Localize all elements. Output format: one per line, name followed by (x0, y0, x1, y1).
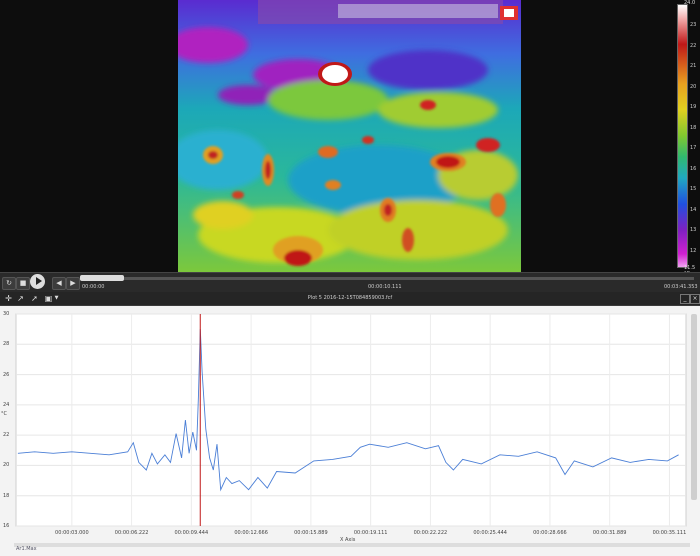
y-tick-label: 22 (3, 432, 10, 439)
x-tick-label: 00:00:31.889 (592, 530, 627, 536)
y-tick-label: 20 (3, 462, 10, 469)
time-start: 00:00:00 (82, 284, 105, 290)
x-tick-label: 00:00:12.666 (234, 530, 268, 536)
scale-tick-label: 16 (690, 165, 697, 172)
scale-tick-label: 14 (690, 206, 697, 213)
scale-tick-label: 12 (690, 247, 697, 254)
temperature-color-scale (677, 4, 688, 268)
y-tick-label: 28 (3, 341, 10, 348)
scale-tick-label: 21 (690, 63, 697, 69)
y-tick-label: 30 (3, 311, 10, 317)
y-tick-label: 16 (3, 523, 10, 529)
time-current: 00:00:10.111 (368, 284, 402, 290)
y-axis-label: °C (1, 411, 7, 417)
scale-tick-label: 22 (690, 42, 697, 49)
scale-tick-label: 23 (690, 22, 697, 28)
play-button[interactable] (30, 274, 45, 289)
x-tick-label: 00:00:15.889 (294, 530, 328, 536)
scale-tick-label: 15 (690, 186, 697, 192)
y-tick-label: 24 (3, 401, 10, 408)
thermal-image (178, 0, 521, 272)
y-tick-label: 18 (3, 492, 10, 499)
plot-area: °C X Axis Ar1.Max 30 28 26 24 22 20 18 16 00:00:… (0, 306, 700, 556)
close-button[interactable]: × (690, 294, 700, 304)
scale-tick-label: 19 (690, 104, 697, 110)
plot-background (15, 313, 687, 527)
playback-controls: ↻ ■ ◀ ▶ 00:00:00 00:00:10.111 00:03:41.3… (0, 272, 700, 293)
video-viewport: 24.0 232221201918171615141312 11.5 °C (0, 0, 700, 277)
scale-max-label: 24.0 (684, 0, 696, 6)
step-forward-button[interactable]: ▶ (66, 277, 80, 290)
x-tick-label: 00:00:28.666 (533, 530, 567, 536)
legend-entry: Ar1.Max (16, 546, 37, 552)
x-tick-label: 00:00:35.111 (652, 530, 687, 536)
x-tick-label: 00:00:09.444 (174, 530, 209, 536)
y-tick-label: 26 (3, 371, 10, 378)
x-tick-label: 00:00:06.222 (114, 530, 149, 536)
timeline-track[interactable] (80, 277, 694, 280)
stop-button[interactable]: ■ (16, 277, 30, 290)
time-end: 00:03:41.353 (664, 284, 698, 290)
step-back-button[interactable]: ◀ (52, 277, 66, 290)
plot-title: Plot 5 2016-12-15T084859003.fcf (307, 295, 393, 301)
plot-toolbar: ✛ ↗ ➚ ▣ ▼ Plot 5 2016-12-15T084859003.fc… (0, 292, 700, 306)
vertical-scrollbar[interactable] (691, 314, 697, 500)
x-tick-label: 00:00:03.000 (55, 530, 89, 536)
timeline-handle[interactable] (80, 275, 124, 281)
x-tick-label: 00:00:22.222 (413, 530, 448, 536)
scale-tick-label: 17 (690, 145, 697, 151)
loop-button[interactable]: ↻ (2, 277, 16, 290)
line-chart (15, 313, 687, 527)
scale-tick-label: 18 (690, 124, 697, 131)
x-tick-label: 00:00:19.111 (353, 530, 388, 536)
scale-tick-label: 13 (690, 227, 697, 233)
scale-tick-label: 20 (690, 83, 697, 90)
x-tick-label: 00:00:25.444 (473, 530, 507, 536)
minimize-button[interactable]: _ (680, 294, 690, 304)
horizontal-scrollbar[interactable] (14, 543, 690, 547)
